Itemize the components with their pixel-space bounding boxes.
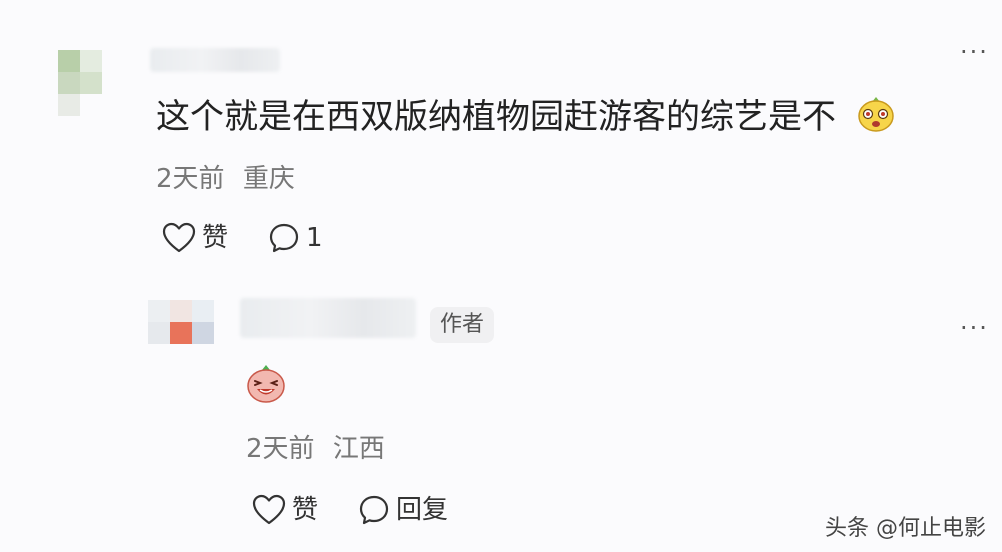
comment-body: 这个就是在西双版纳植物园赶游客的综艺是不 (156, 97, 836, 137)
heart-icon (162, 222, 196, 253)
comment-meta: 2天前 重庆 (156, 166, 295, 192)
reply-more-options-button[interactable]: ··· (960, 316, 989, 340)
reply-button[interactable]: 回复 (358, 494, 448, 526)
more-options-button[interactable]: ··· (960, 40, 989, 64)
like-label: 赞 (202, 223, 229, 253)
heart-icon (252, 494, 286, 525)
reply-count-button[interactable]: 1 (268, 222, 323, 254)
comment-location: 重庆 (242, 164, 295, 194)
like-button[interactable]: 赞 (162, 222, 228, 254)
avatar[interactable] (58, 50, 104, 116)
laughing-face-icon (247, 365, 285, 403)
reply-meta: 2天前 江西 (246, 436, 385, 462)
speech-bubble-icon (359, 495, 389, 525)
username-blurred[interactable] (150, 48, 280, 72)
comment-thread: ··· 这个就是在西双版纳植物园赶游客的综艺是不 2天前 重庆 赞 1 作者 ·… (0, 0, 1002, 552)
speech-bubble-icon (269, 223, 299, 253)
reply-count: 1 (306, 223, 323, 253)
comment-text: 这个就是在西双版纳植物园赶游客的综艺是不 (156, 100, 836, 134)
comment-time: 2天前 (156, 164, 225, 194)
grimace-face-icon (858, 97, 894, 132)
reply-username-blurred[interactable] (240, 298, 416, 338)
reply-location: 江西 (332, 434, 385, 464)
reply-like-label: 赞 (292, 495, 319, 525)
reply-time: 2天前 (246, 434, 315, 464)
watermark: 头条 @何止电影 (825, 516, 986, 541)
reply-label: 回复 (396, 495, 449, 525)
reply-like-button[interactable]: 赞 (252, 494, 318, 526)
reply-avatar[interactable] (148, 300, 214, 346)
author-badge: 作者 (430, 307, 495, 344)
